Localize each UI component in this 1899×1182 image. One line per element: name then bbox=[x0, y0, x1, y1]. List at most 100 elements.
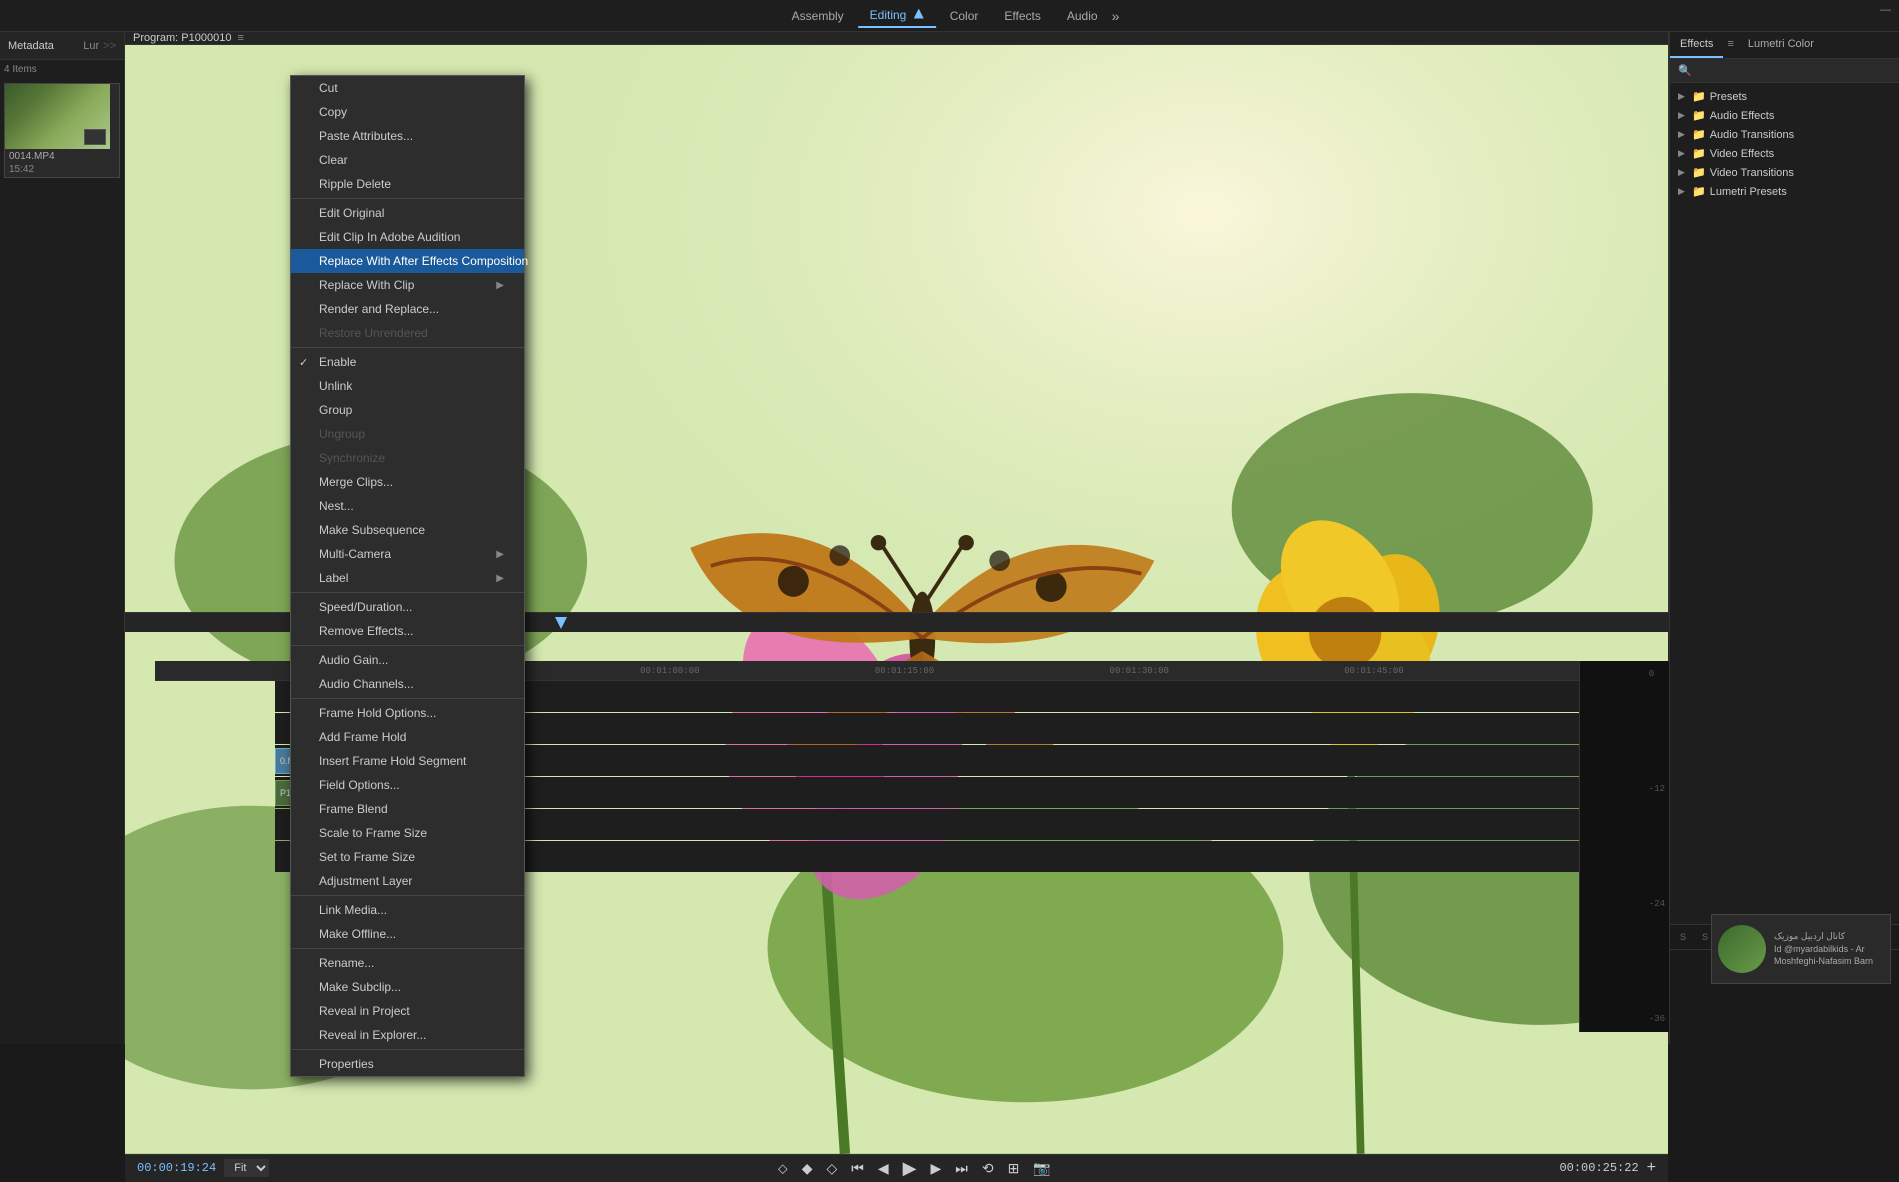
ctx-frame-hold-options[interactable]: Frame Hold Options... bbox=[291, 701, 524, 725]
audio-transitions-label: Audio Transitions bbox=[1710, 129, 1794, 141]
ctx-render-label: Render and Replace... bbox=[319, 302, 439, 316]
monitor-menu-icon[interactable]: ≡ bbox=[237, 32, 243, 44]
fit-selector[interactable]: Fit bbox=[224, 1159, 269, 1177]
channel-s-left: S bbox=[1674, 929, 1692, 945]
ctx-clear[interactable]: Clear bbox=[291, 148, 524, 172]
ctx-rename[interactable]: Rename... bbox=[291, 951, 524, 975]
ctx-make-subclip[interactable]: Make Subclip... bbox=[291, 975, 524, 999]
media-item[interactable]: 0014.MP4 15:42 bbox=[4, 83, 120, 178]
ctx-edit-audition[interactable]: Edit Clip In Adobe Audition bbox=[291, 225, 524, 249]
folder-icon-video-effects: 📁 bbox=[1692, 147, 1706, 160]
editing-icon bbox=[914, 9, 924, 19]
tab-audio[interactable]: Audio bbox=[1055, 5, 1110, 27]
tree-item-video-effects[interactable]: ▶ 📁 Video Effects bbox=[1670, 144, 1899, 163]
ctx-reveal-project[interactable]: Reveal in Project bbox=[291, 999, 524, 1023]
ctx-cut[interactable]: Cut bbox=[291, 76, 524, 100]
ctx-checkmark-icon: ✓ bbox=[299, 356, 308, 369]
ctx-speed-duration[interactable]: Speed/Duration... bbox=[291, 595, 524, 619]
ctx-ifhs-label: Insert Frame Hold Segment bbox=[319, 754, 466, 768]
tab-effects[interactable]: Effects bbox=[992, 5, 1052, 27]
social-info: کانال اردبیل موزیک Id @myardabilkids - A… bbox=[1774, 930, 1873, 968]
ctx-paste-attributes[interactable]: Paste Attributes... bbox=[291, 124, 524, 148]
tree-item-audio-transitions[interactable]: ▶ 📁 Audio Transitions bbox=[1670, 125, 1899, 144]
mark-out-button[interactable]: ◇ bbox=[823, 1157, 840, 1180]
ctx-enable-label: Enable bbox=[319, 355, 356, 369]
safe-margins-button[interactable]: ⊞ bbox=[1005, 1157, 1023, 1180]
ctx-replace-ae[interactable]: Replace With After Effects Composition bbox=[291, 249, 524, 273]
ctx-make-subsequence[interactable]: Make Subsequence bbox=[291, 518, 524, 542]
tab-editing[interactable]: Editing bbox=[858, 4, 936, 28]
ctx-sep-6 bbox=[291, 895, 524, 896]
ctx-frame-blend[interactable]: Frame Blend bbox=[291, 797, 524, 821]
ctx-field-options[interactable]: Field Options... bbox=[291, 773, 524, 797]
ctx-channels-label: Audio Channels... bbox=[319, 677, 414, 691]
go-to-out-button[interactable]: ⏭ bbox=[952, 1157, 971, 1180]
export-frame-button[interactable]: 📷 bbox=[1030, 1157, 1053, 1180]
tree-arrow-presets: ▶ bbox=[1678, 91, 1688, 102]
ctx-insert-frame-hold-seg[interactable]: Insert Frame Hold Segment bbox=[291, 749, 524, 773]
metadata-tab[interactable]: Metadata bbox=[8, 40, 79, 52]
ctx-audio-gain[interactable]: Audio Gain... bbox=[291, 648, 524, 672]
db-label-3: -36 bbox=[1649, 1014, 1665, 1024]
ctx-multicamera[interactable]: Multi-Camera ▶ bbox=[291, 542, 524, 566]
ctx-adjustment-layer[interactable]: Adjustment Layer bbox=[291, 869, 524, 893]
ctx-restore-unrendered: Restore Unrendered bbox=[291, 321, 524, 345]
ctx-set-to-frame[interactable]: Set to Frame Size bbox=[291, 845, 524, 869]
mark-in-button[interactable]: ⬦ bbox=[775, 1157, 791, 1180]
ctx-edit-original[interactable]: Edit Original bbox=[291, 201, 524, 225]
tab-color[interactable]: Color bbox=[938, 5, 991, 27]
ctx-replace-clip-label: Replace With Clip bbox=[319, 278, 414, 292]
ctx-make-offline[interactable]: Make Offline... bbox=[291, 922, 524, 946]
ctx-audio-channels[interactable]: Audio Channels... bbox=[291, 672, 524, 696]
ctx-link-media[interactable]: Link Media... bbox=[291, 898, 524, 922]
ctx-replace-clip[interactable]: Replace With Clip ▶ bbox=[291, 273, 524, 297]
main-layout: Metadata Lur >> 4 Items 0014.MP4 15:42 P… bbox=[0, 32, 1899, 1044]
ctx-speed-label: Speed/Duration... bbox=[319, 600, 412, 614]
ctx-render-replace[interactable]: Render and Replace... bbox=[291, 297, 524, 321]
effects-menu-icon[interactable]: ≡ bbox=[1723, 32, 1737, 58]
ctx-nest[interactable]: Nest... bbox=[291, 494, 524, 518]
step-back-button[interactable]: ◀ bbox=[875, 1157, 892, 1180]
tab-assembly[interactable]: Assembly bbox=[780, 5, 856, 27]
ctx-unlink[interactable]: Unlink bbox=[291, 374, 524, 398]
ctx-remove-label: Remove Effects... bbox=[319, 624, 413, 638]
ctx-reveal-explorer[interactable]: Reveal in Explorer... bbox=[291, 1023, 524, 1047]
more-workspaces-button[interactable]: » bbox=[1112, 8, 1120, 24]
ctx-scale-to-frame[interactable]: Scale to Frame Size bbox=[291, 821, 524, 845]
ruler-mark-5: 00:01:45:00 bbox=[1344, 666, 1403, 676]
ctx-ripple-delete[interactable]: Ripple Delete bbox=[291, 172, 524, 196]
ctx-remove-effects[interactable]: Remove Effects... bbox=[291, 619, 524, 643]
audio-effects-label: Audio Effects bbox=[1710, 110, 1775, 122]
lur-tab[interactable]: Lur bbox=[79, 40, 103, 52]
ctx-add-frame-hold[interactable]: Add Frame Hold bbox=[291, 725, 524, 749]
ctx-enable[interactable]: ✓ Enable bbox=[291, 350, 524, 374]
ctx-al-label: Adjustment Layer bbox=[319, 874, 412, 888]
tree-item-video-transitions[interactable]: ▶ 📁 Video Transitions bbox=[1670, 163, 1899, 182]
presets-label: Presets bbox=[1710, 91, 1747, 103]
panel-more-icon[interactable]: >> bbox=[103, 40, 116, 52]
tree-item-presets[interactable]: ▶ 📁 Presets bbox=[1670, 87, 1899, 106]
timecode-left[interactable]: 00:00:19:24 bbox=[137, 1161, 216, 1175]
timecode-right: 00:00:25:22 bbox=[1559, 1161, 1638, 1175]
add-button[interactable]: + bbox=[1647, 1159, 1656, 1177]
ctx-copy[interactable]: Copy bbox=[291, 100, 524, 124]
tree-item-lumetri-presets[interactable]: ▶ 📁 Lumetri Presets bbox=[1670, 182, 1899, 201]
play-button[interactable]: ▶ bbox=[900, 1155, 920, 1182]
add-mark-button[interactable]: ◆ bbox=[799, 1157, 816, 1180]
go-to-in-button[interactable]: ⏮ bbox=[848, 1157, 867, 1180]
ctx-properties[interactable]: Properties bbox=[291, 1052, 524, 1076]
effects-tab[interactable]: Effects bbox=[1670, 32, 1723, 58]
loop-button[interactable]: ⟲ bbox=[979, 1157, 997, 1180]
ctx-fo-label: Field Options... bbox=[319, 778, 400, 792]
ctx-sep-3 bbox=[291, 592, 524, 593]
folder-icon-presets: 📁 bbox=[1692, 90, 1706, 103]
ctx-afh-label: Add Frame Hold bbox=[319, 730, 406, 744]
lumetri-color-tab[interactable]: Lumetri Color bbox=[1738, 32, 1824, 58]
ctx-group[interactable]: Group bbox=[291, 398, 524, 422]
search-input[interactable] bbox=[1696, 65, 1891, 77]
ctx-merge-clips[interactable]: Merge Clips... bbox=[291, 470, 524, 494]
ctx-label[interactable]: Label ▶ bbox=[291, 566, 524, 590]
tree-item-audio-effects[interactable]: ▶ 📁 Audio Effects bbox=[1670, 106, 1899, 125]
step-forward-button[interactable]: ▶ bbox=[927, 1157, 944, 1180]
monitor-header: Program: P1000010 ≡ bbox=[125, 32, 1668, 45]
